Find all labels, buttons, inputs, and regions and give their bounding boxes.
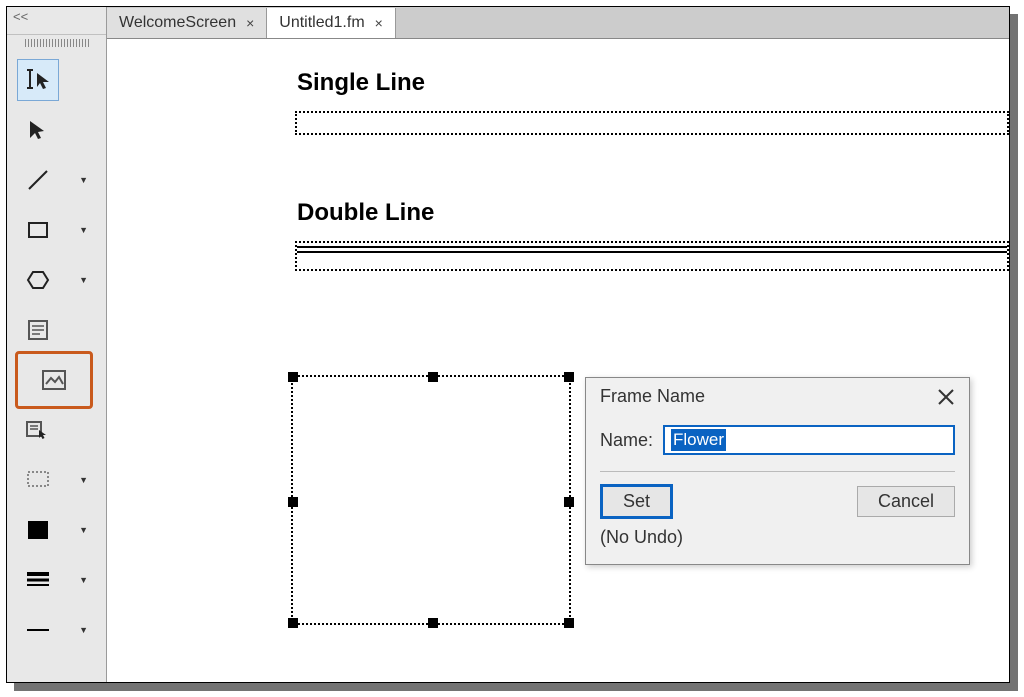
polygon-tool[interactable]: [17, 259, 59, 301]
tab-label: Untitled1.fm: [279, 14, 364, 32]
set-button[interactable]: Set: [600, 484, 673, 519]
canvas[interactable]: Single Line Double Line Frame Name: [107, 39, 1009, 682]
selected-graphic-frame[interactable]: [291, 375, 571, 625]
resize-handle-n[interactable]: [428, 372, 438, 382]
text-frame-icon: [26, 318, 50, 342]
panel-collapse-button[interactable]: <<: [7, 7, 106, 35]
no-undo-note: (No Undo): [600, 527, 955, 548]
dialog-title: Frame Name: [600, 386, 705, 407]
resize-handle-sw[interactable]: [288, 618, 298, 628]
resize-handle-e[interactable]: [564, 497, 574, 507]
close-icon[interactable]: [937, 388, 955, 406]
hexagon-icon: [26, 268, 50, 292]
tool-panel: << ▼: [7, 7, 107, 682]
fill-tool-dropdown[interactable]: ▼: [79, 525, 88, 535]
tab-untitled1[interactable]: Untitled1.fm ×: [267, 8, 396, 38]
dialog-titlebar[interactable]: Frame Name: [586, 378, 969, 415]
double-line-frame[interactable]: [295, 241, 1009, 271]
resize-handle-s[interactable]: [428, 618, 438, 628]
panel-grip[interactable]: [25, 39, 89, 47]
line-tool-dropdown[interactable]: ▼: [79, 175, 88, 185]
stroke-lines-icon: [25, 571, 51, 589]
resize-handle-w[interactable]: [288, 497, 298, 507]
pointer-tool[interactable]: [17, 109, 59, 151]
line-tool[interactable]: [17, 159, 59, 201]
text-cursor-arrow-icon: [23, 67, 53, 93]
hotspot-tool[interactable]: [17, 409, 59, 451]
marquee-tool[interactable]: [17, 459, 59, 501]
text-select-tool[interactable]: [17, 59, 59, 101]
stroke-width-tool[interactable]: [17, 609, 59, 651]
close-icon[interactable]: ×: [246, 15, 254, 31]
rectangle-tool[interactable]: [17, 209, 59, 251]
hotspot-icon: [25, 418, 51, 442]
app-window: << ▼: [6, 6, 1010, 683]
single-line-icon: [25, 625, 51, 635]
heading-double-line: Double Line: [297, 199, 434, 227]
graphic-frame-tool[interactable]: [15, 351, 93, 409]
line-icon: [26, 168, 50, 192]
marquee-icon: [26, 470, 50, 490]
resize-handle-se[interactable]: [564, 618, 574, 628]
stroke-style-dropdown[interactable]: ▼: [79, 575, 88, 585]
name-input-value: Flower: [671, 429, 726, 451]
close-icon[interactable]: ×: [375, 15, 383, 31]
frame-name-dialog: Frame Name Name: Flower Set: [585, 377, 970, 565]
document-area: WelcomeScreen × Untitled1.fm × Single Li…: [107, 7, 1009, 682]
resize-handle-ne[interactable]: [564, 372, 574, 382]
graphic-frame-icon: [40, 367, 68, 393]
heading-single-line: Single Line: [297, 69, 425, 97]
text-frame-tool[interactable]: [17, 309, 59, 351]
polygon-tool-dropdown[interactable]: ▼: [79, 275, 88, 285]
rectangle-tool-dropdown[interactable]: ▼: [79, 225, 88, 235]
pointer-icon: [26, 118, 50, 142]
marquee-tool-dropdown[interactable]: ▼: [79, 475, 88, 485]
cancel-button[interactable]: Cancel: [857, 486, 955, 517]
fill-tool[interactable]: [17, 509, 59, 551]
tab-bar: WelcomeScreen × Untitled1.fm ×: [107, 7, 1009, 39]
resize-handle-nw[interactable]: [288, 372, 298, 382]
single-line-frame[interactable]: [295, 111, 1009, 135]
stroke-width-dropdown[interactable]: ▼: [79, 625, 88, 635]
fill-swatch-icon: [26, 519, 50, 541]
name-label: Name:: [600, 430, 653, 451]
rectangle-icon: [26, 218, 50, 242]
stroke-style-tool[interactable]: [17, 559, 59, 601]
name-input[interactable]: Flower: [663, 425, 955, 455]
dialog-divider: [600, 471, 955, 472]
tab-welcome[interactable]: WelcomeScreen ×: [107, 8, 267, 38]
tab-label: WelcomeScreen: [119, 14, 236, 32]
